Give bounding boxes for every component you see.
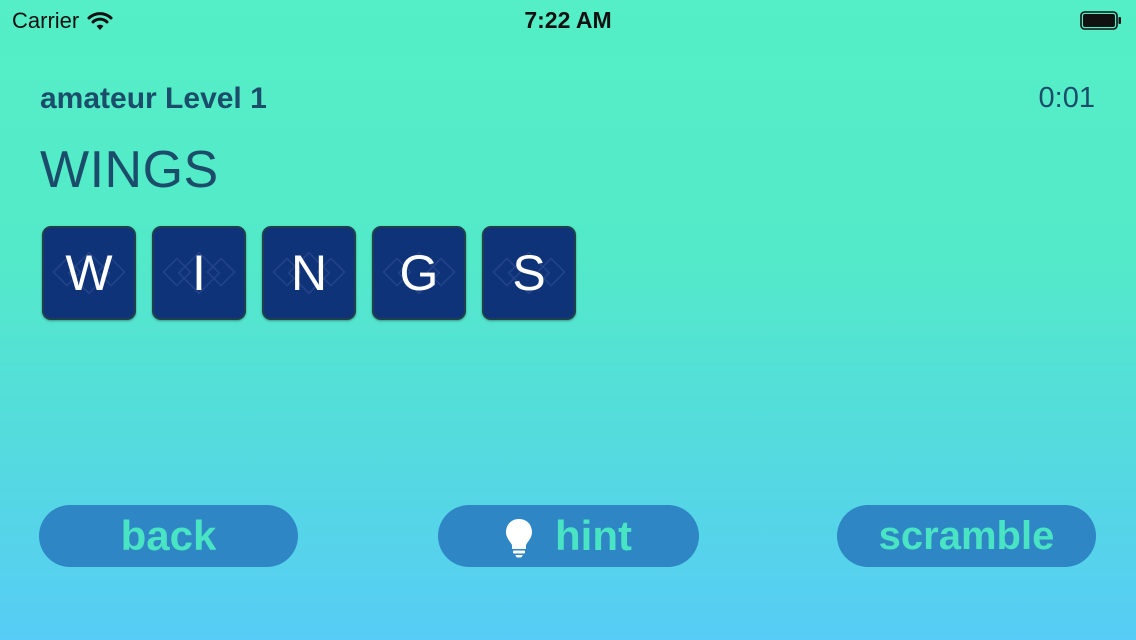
tile-letter: G [399, 245, 439, 301]
letter-tile[interactable]: W [42, 226, 136, 320]
letter-tile[interactable]: G [372, 226, 466, 320]
tile-letter: N [290, 245, 328, 301]
tile-letter: W [65, 245, 113, 301]
letter-tile[interactable]: S [482, 226, 576, 320]
hint-button[interactable]: hint [438, 505, 699, 567]
status-time: 7:22 AM [524, 7, 612, 33]
lightbulb-icon [506, 519, 533, 558]
back-button[interactable]: back [39, 505, 298, 567]
target-word: WINGS [40, 141, 219, 199]
game-timer: 0:01 [1038, 82, 1095, 114]
back-button-label: back [120, 512, 217, 559]
letter-tiles: W I N G S [42, 226, 576, 320]
battery-icon [1080, 11, 1121, 30]
letter-tile[interactable]: N [262, 226, 356, 320]
hint-button-label: hint [555, 512, 632, 559]
letter-tile[interactable]: I [152, 226, 246, 320]
level-title: amateur Level 1 [40, 82, 267, 115]
scramble-button[interactable]: scramble [837, 505, 1096, 567]
tile-letter: S [512, 245, 546, 301]
status-bar: Carrier 7:22 AM [0, 0, 1136, 40]
scramble-button-label: scramble [878, 513, 1055, 558]
tile-letter: I [192, 245, 206, 301]
